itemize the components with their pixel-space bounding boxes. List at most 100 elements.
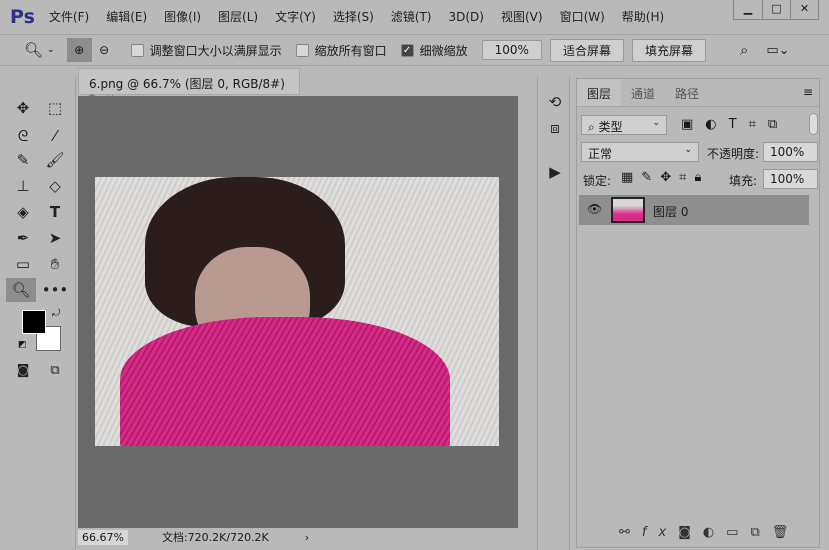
path-select-icon[interactable]: ➤ bbox=[40, 226, 70, 250]
eyedropper-icon[interactable]: ✎ bbox=[8, 148, 38, 172]
options-bar: 🔍︎ ⌄ ⊕ ⊖ 调整窗口大小以满屏显示 缩放所有窗口 ✓ 细微缩放 100% … bbox=[0, 34, 829, 66]
filter-icons[interactable]: ▣◐T⌗⧉ bbox=[681, 117, 789, 132]
layer-name: 图层 0 bbox=[653, 205, 689, 219]
layer-thumbnail bbox=[611, 197, 645, 223]
search-icon[interactable]: ⌕ bbox=[740, 41, 748, 59]
menu-layer[interactable]: 图层(L) bbox=[218, 8, 258, 25]
menu-3d[interactable]: 3D(D) bbox=[449, 10, 484, 24]
lock-position-icon[interactable]: ✥ bbox=[660, 170, 679, 185]
window-controls: ▁ □ ✕ bbox=[733, 0, 819, 20]
zoom-100-button[interactable]: 100% bbox=[481, 40, 542, 60]
new-group-icon[interactable]: ▭ bbox=[726, 525, 750, 540]
document-size: 文档:720.2K/720.2K bbox=[161, 531, 269, 544]
zoom-all-checkbox[interactable] bbox=[295, 43, 309, 57]
menu-edit[interactable]: 编辑(E) bbox=[106, 8, 147, 25]
filter-kind-value: 类型 bbox=[598, 120, 623, 134]
resize-windows-checkbox[interactable] bbox=[130, 43, 144, 57]
lasso-tool-icon[interactable]: ᘓ bbox=[8, 124, 38, 148]
menu-view[interactable]: 视图(V) bbox=[501, 8, 543, 25]
document-tab[interactable]: 6.png @ 66.7% (图层 0, RGB/8#) * × bbox=[78, 68, 300, 106]
scrubby-zoom-label: 细微缩放 bbox=[419, 43, 468, 58]
magic-wand-icon[interactable]: ⁄ bbox=[40, 124, 70, 148]
fill-screen-button[interactable]: 填充屏幕 bbox=[631, 38, 706, 62]
tab-paths[interactable]: 路径 bbox=[665, 79, 709, 106]
smart-object-filter-icon[interactable]: ⧉ bbox=[768, 117, 789, 132]
tools-panel: ✥ ⬚ ᘓ ⁄ ✎ 🖌︎ ⊥ ◇ ◈ T ✒︎ ➤ ▭ ✋︎ 🔍︎ ••• ⤾ … bbox=[0, 76, 76, 550]
status-menu-arrow[interactable]: › bbox=[305, 531, 309, 544]
adjustment-layer-icon[interactable]: ◐ bbox=[703, 525, 726, 540]
lock-icons: ▦✎✥⌗🔒︎ bbox=[621, 170, 709, 185]
menu-type[interactable]: 文字(Y) bbox=[275, 8, 316, 25]
menu-help[interactable]: 帮助(H) bbox=[622, 8, 664, 25]
zoom-tool-icon[interactable]: 🔍︎ bbox=[24, 41, 43, 59]
move-tool-icon[interactable]: ✥ bbox=[8, 96, 38, 120]
opacity-label: 不透明度: bbox=[707, 147, 760, 161]
menu-filter[interactable]: 滤镜(T) bbox=[391, 8, 432, 25]
layer-filter-select[interactable]: ⌕ 类型 ⌄ bbox=[581, 115, 667, 135]
zoom-all-label: 缩放所有窗口 bbox=[314, 43, 387, 58]
screen-mode-icon[interactable]: ⧉ bbox=[40, 359, 70, 383]
actions-play-icon[interactable]: ▶ bbox=[540, 160, 570, 184]
link-layers-icon[interactable]: ⚯ bbox=[619, 525, 642, 540]
maximize-button[interactable]: □ bbox=[762, 0, 790, 19]
foreground-color-swatch[interactable] bbox=[22, 310, 46, 334]
zoom-tool-icon[interactable]: 🔍︎ bbox=[6, 278, 36, 302]
panel-menu-icon[interactable]: ≡ bbox=[797, 79, 819, 106]
default-colors-icon[interactable]: ◩ bbox=[18, 340, 27, 350]
hand-tool-icon[interactable]: ✋︎ bbox=[40, 252, 70, 276]
layer-mask-icon[interactable]: ◙ bbox=[678, 525, 703, 540]
workspace-icon[interactable]: ▭⌄ bbox=[766, 43, 789, 58]
layer-row[interactable]: 👁︎ 图层 0 bbox=[579, 195, 809, 225]
menu-select[interactable]: 选择(S) bbox=[333, 8, 374, 25]
history-icon[interactable]: ⟲ bbox=[540, 90, 570, 114]
swap-colors-icon[interactable]: ⤾ bbox=[52, 308, 60, 319]
fit-screen-button[interactable]: 适合屏幕 bbox=[549, 38, 624, 62]
minimize-button[interactable]: ▁ bbox=[734, 0, 762, 19]
type-tool-icon[interactable]: T bbox=[40, 200, 70, 224]
paint-bucket-icon[interactable]: ◈ bbox=[8, 200, 38, 224]
adjustment-filter-icon[interactable]: ◐ bbox=[705, 117, 728, 132]
opacity-field[interactable]: 100% bbox=[763, 142, 818, 162]
photoshop-logo: Ps bbox=[10, 5, 35, 28]
lock-transparent-icon[interactable]: ▦ bbox=[621, 170, 641, 185]
marquee-tool-icon[interactable]: ⬚ bbox=[40, 96, 70, 120]
menu-file[interactable]: 文件(F) bbox=[49, 8, 89, 25]
lock-pixels-icon[interactable]: ✎ bbox=[641, 170, 660, 185]
fx-icon[interactable]: fx bbox=[642, 525, 678, 540]
shape-filter-icon[interactable]: ⌗ bbox=[749, 117, 768, 132]
filter-toggle[interactable] bbox=[809, 113, 818, 135]
type-filter-icon[interactable]: T bbox=[729, 117, 749, 132]
fill-label: 填充: bbox=[729, 174, 758, 188]
eraser-tool-icon[interactable]: ◇ bbox=[40, 174, 70, 198]
chevron-down-icon[interactable]: ⌄ bbox=[47, 45, 55, 55]
document-image[interactable] bbox=[95, 177, 499, 446]
menu-window[interactable]: 窗口(W) bbox=[560, 8, 605, 25]
more-tools-icon[interactable]: ••• bbox=[40, 278, 70, 302]
layer-footer-icons: ⚯fx◙◐▭⧉🗑︎ bbox=[619, 525, 800, 540]
blend-mode-select[interactable]: 正常 ⌄ bbox=[581, 142, 699, 162]
zoom-out-icon[interactable]: ⊖ bbox=[92, 43, 117, 57]
zoom-in-icon[interactable]: ⊕ bbox=[66, 38, 92, 62]
delete-layer-icon[interactable]: 🗑︎ bbox=[772, 525, 801, 540]
rectangle-tool-icon[interactable]: ▭ bbox=[8, 252, 38, 276]
menu-image[interactable]: 图像(I) bbox=[164, 8, 201, 25]
scrubby-zoom-checkbox[interactable]: ✓ bbox=[400, 43, 414, 57]
fill-value: 100% bbox=[770, 172, 805, 186]
new-layer-icon[interactable]: ⧉ bbox=[750, 525, 771, 540]
zoom-level-field[interactable]: 66.67% bbox=[78, 529, 128, 545]
lock-artboard-icon[interactable]: ⌗ bbox=[679, 170, 694, 185]
lock-all-icon[interactable]: 🔒︎ bbox=[694, 170, 709, 185]
visibility-eye-icon[interactable]: 👁︎ bbox=[587, 202, 602, 216]
quick-mask-icon[interactable]: ◙ bbox=[8, 359, 38, 383]
close-button[interactable]: ✕ bbox=[790, 0, 818, 19]
opacity-value: 100% bbox=[770, 145, 805, 159]
menu-bar: Ps 文件(F) 编辑(E) 图像(I) 图层(L) 文字(Y) 选择(S) 滤… bbox=[0, 0, 829, 33]
pixel-filter-icon[interactable]: ▣ bbox=[681, 117, 705, 132]
tab-channels[interactable]: 通道 bbox=[621, 79, 665, 106]
stamp-tool-icon[interactable]: ⊥ bbox=[8, 174, 38, 198]
tab-layers[interactable]: 图层 bbox=[577, 79, 622, 106]
3d-panel-icon[interactable]: ⧈ bbox=[540, 116, 570, 140]
brush-tool-icon[interactable]: 🖌︎ bbox=[40, 148, 70, 172]
pen-tool-icon[interactable]: ✒︎ bbox=[8, 226, 38, 250]
fill-field[interactable]: 100% bbox=[763, 169, 818, 189]
